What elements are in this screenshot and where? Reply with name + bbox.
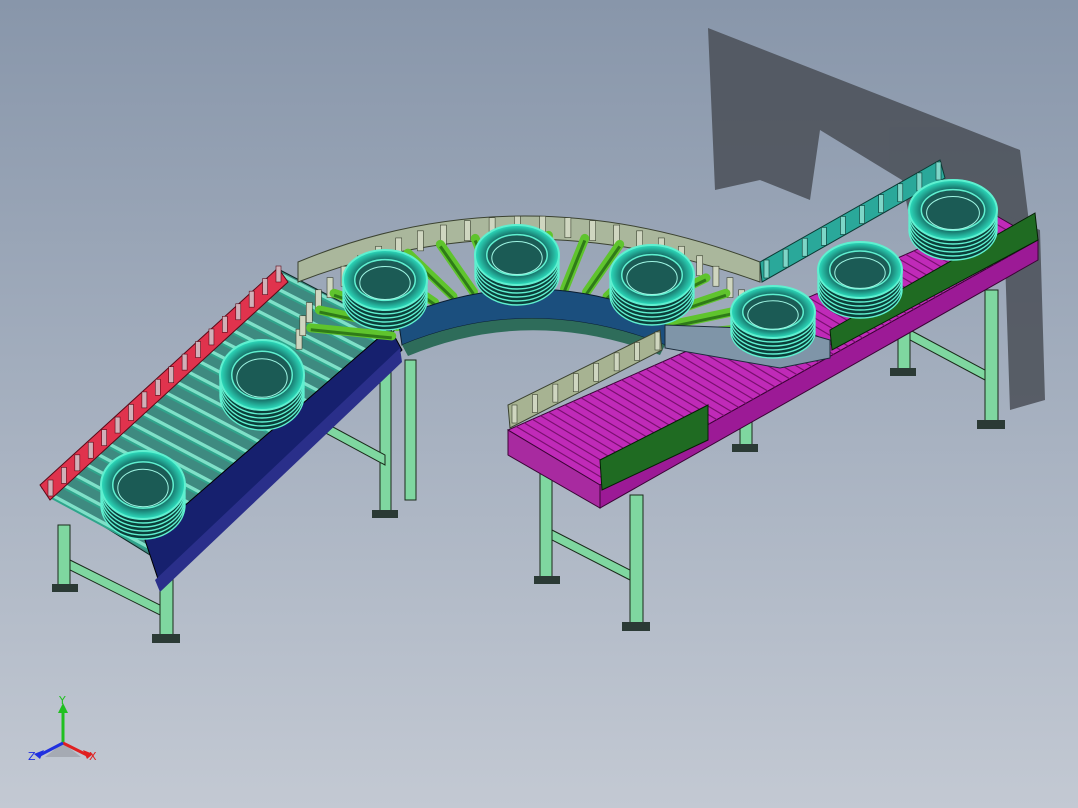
rail-post xyxy=(208,328,215,346)
rail-post xyxy=(74,454,81,472)
rail-post xyxy=(696,255,703,277)
rail-post xyxy=(801,237,808,257)
rail-post xyxy=(262,278,268,295)
rail-post xyxy=(654,331,661,351)
rail-post xyxy=(87,441,94,459)
tire-bore xyxy=(621,253,683,297)
rail-post xyxy=(222,316,228,333)
rail-post xyxy=(634,342,640,361)
curve-roller-shadow xyxy=(563,239,587,292)
rail-post xyxy=(181,353,188,371)
rail-post xyxy=(128,404,134,421)
rail-post xyxy=(195,341,201,358)
tire-bore xyxy=(354,258,416,302)
rail-post xyxy=(613,352,620,372)
cad-viewport[interactable]: Y X Z xyxy=(0,0,1078,808)
tire-bore xyxy=(486,233,548,277)
z-axis-label: Z xyxy=(28,750,36,763)
rail-post xyxy=(859,205,865,224)
rail-post xyxy=(935,161,942,181)
rail-post xyxy=(712,265,720,287)
rail-post xyxy=(878,194,884,213)
rail-post xyxy=(763,259,770,279)
rail-post xyxy=(101,429,107,446)
rail-post xyxy=(511,404,518,424)
rail-post xyxy=(235,303,242,321)
conveyor-model[interactable] xyxy=(0,0,1078,808)
tire xyxy=(100,450,186,540)
rail-post xyxy=(417,230,424,252)
tire xyxy=(730,285,816,359)
rail-post xyxy=(589,220,596,241)
tire xyxy=(219,339,305,431)
rail-post xyxy=(897,183,904,203)
rail-post xyxy=(141,391,148,409)
rail-post xyxy=(248,290,255,308)
rail-post xyxy=(299,315,307,337)
rail-post xyxy=(47,479,54,497)
rail-post xyxy=(552,383,559,403)
rail-post xyxy=(305,302,313,323)
tire-bore xyxy=(829,250,891,290)
tire xyxy=(908,179,998,261)
coordinate-triad[interactable]: Y X Z xyxy=(25,695,105,770)
tire xyxy=(342,249,428,331)
y-axis-label: Y xyxy=(59,694,66,707)
rail-post xyxy=(168,366,175,384)
tire xyxy=(474,224,560,306)
tire-bore xyxy=(920,188,986,232)
x-axis-label: X xyxy=(89,750,97,763)
rail-post xyxy=(564,217,572,238)
rail-post xyxy=(532,394,538,413)
rail-post xyxy=(821,227,827,246)
tire xyxy=(609,244,695,326)
tire xyxy=(817,241,903,319)
rail-post xyxy=(61,467,67,484)
rail-post xyxy=(114,416,121,434)
rail-post xyxy=(572,373,579,393)
rail-post xyxy=(782,248,789,268)
tire-bore xyxy=(742,293,804,331)
rail-post xyxy=(154,378,161,396)
rail-post xyxy=(593,362,600,382)
rail-post xyxy=(464,220,471,241)
rail-post xyxy=(840,216,846,235)
rail-post xyxy=(275,265,282,283)
